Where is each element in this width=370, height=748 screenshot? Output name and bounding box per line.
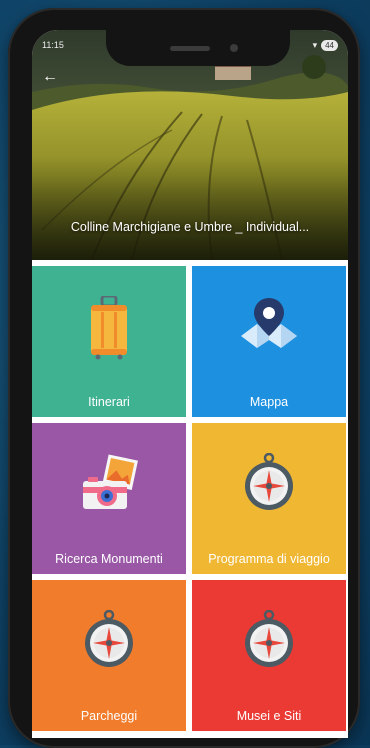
- wifi-icon: ▾: [312, 40, 318, 50]
- status-time: 11:15: [42, 40, 64, 50]
- compass-icon: [245, 610, 293, 667]
- camera-photo-icon: [83, 454, 138, 509]
- tile-label: Itinerari: [88, 395, 130, 409]
- tile-label: Parcheggi: [80, 709, 138, 723]
- tile-parcheggi[interactable]: Parcheggi: [32, 580, 186, 731]
- tile-label: Musei e Siti: [236, 709, 302, 723]
- suitcase-icon: [91, 296, 127, 360]
- battery-icon: 44: [321, 40, 338, 51]
- tile-label: Programma di viaggio: [208, 552, 330, 566]
- compass-icon: [85, 610, 133, 667]
- app-screen: 11:15 ▾ 44 ← Colline Marchigiane e Umbre…: [32, 30, 348, 738]
- tile-programma-di-viaggio[interactable]: Programma di viaggio: [192, 423, 346, 574]
- tile-mappa[interactable]: Mappa: [192, 266, 346, 417]
- map-pin-icon: [241, 298, 297, 348]
- back-arrow-icon[interactable]: ←: [42, 68, 60, 86]
- tile-musei-e-siti[interactable]: Musei e Siti: [192, 580, 346, 731]
- tile-ricerca-monumenti[interactable]: Ricerca Monumenti: [32, 423, 186, 574]
- compass-icon: [245, 453, 293, 510]
- page-title: Colline Marchigiane e Umbre _ Individual…: [70, 220, 310, 234]
- front-camera: [230, 44, 238, 52]
- tile-label: Ricerca Monumenti: [55, 552, 163, 566]
- speaker-grille: [170, 46, 210, 51]
- phone-notch: [106, 16, 290, 66]
- menu-grid: Itinerari Mappa Ricerca Monumenti Progra…: [32, 266, 348, 731]
- tile-label: Mappa: [249, 395, 289, 409]
- tile-itinerari[interactable]: Itinerari: [32, 266, 186, 417]
